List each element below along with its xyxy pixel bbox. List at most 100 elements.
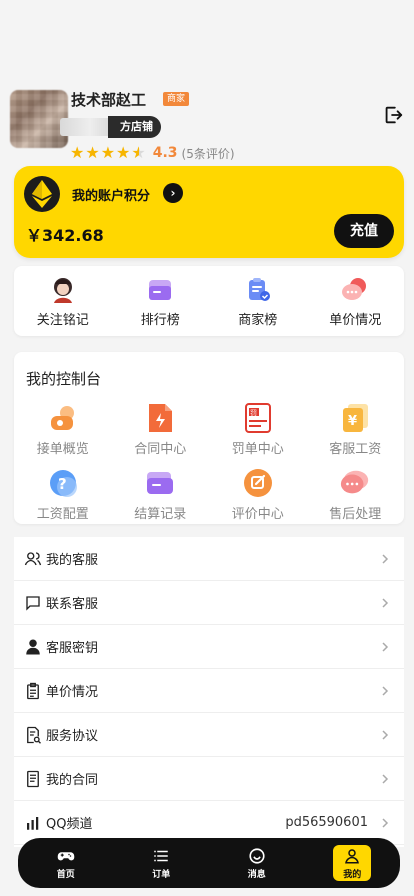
menu-service-agreement[interactable]: 服务协议: [14, 713, 404, 757]
chevron-right-icon: [382, 553, 389, 564]
menu-label: QQ频道: [46, 817, 93, 832]
tab-mine[interactable]: 我的: [305, 838, 401, 888]
tab-orders[interactable]: 订单: [114, 838, 210, 888]
quick-label: 商家榜: [238, 313, 278, 328]
document-icon: [27, 770, 39, 787]
menu-label: 服务协议: [46, 729, 99, 744]
tab-label: 消息: [247, 869, 266, 880]
logout-icon[interactable]: [382, 104, 404, 126]
points-card[interactable]: 我的账户积分 › ￥342.68 充值: [14, 166, 404, 258]
quick-links: 关注铭记 排行榜 商家榜 单价情况: [14, 266, 404, 336]
question-icon: ?: [47, 467, 79, 499]
console-salary-config[interactable]: ? 工资配置: [14, 467, 112, 522]
settlement-icon: [144, 467, 176, 499]
console-label: 客服工资: [329, 442, 382, 457]
clipboard-icon: [27, 682, 39, 699]
console-aftersale[interactable]: 售后处理: [307, 467, 405, 522]
quick-unit-price[interactable]: 单价情况: [307, 266, 405, 336]
console-contract-center[interactable]: 合同中心: [112, 402, 210, 457]
user-name: 技术部赵工: [71, 91, 147, 109]
menu-cs-key[interactable]: 客服密钥: [14, 625, 404, 669]
console-title: 我的控制台: [26, 370, 102, 388]
menu-label: 客服密钥: [46, 641, 99, 656]
quick-label: 排行榜: [140, 313, 180, 328]
review-icon: [242, 467, 274, 499]
console-label: 工资配置: [36, 507, 89, 522]
menu-list: 我的客服 联系客服 客服密钥 单价情况 服务协议 我的合同 QQ频道 pd565…: [14, 537, 404, 847]
console-label: 评价中心: [231, 507, 284, 522]
chevron-right-icon: [382, 773, 389, 784]
aftersale-icon: [339, 467, 371, 499]
tab-label: 订单: [152, 869, 171, 880]
ethereum-icon: [24, 176, 60, 212]
console-label: 罚单中心: [231, 442, 284, 457]
tab-label: 首页: [56, 869, 75, 880]
chat-bubble-icon: [339, 274, 371, 306]
rating-count[interactable]: (5条评价): [182, 145, 235, 162]
menu-my-contract[interactable]: 我的合同: [14, 757, 404, 801]
star-icon: ★: [70, 143, 85, 162]
recharge-button[interactable]: 充值: [334, 214, 394, 248]
quick-merchant-ranking[interactable]: 商家榜: [209, 266, 307, 336]
smile-icon: [249, 847, 265, 864]
qq-channel-id: pd56590601: [285, 815, 368, 830]
menu-label: 单价情况: [46, 685, 99, 700]
overview-icon: [47, 402, 79, 434]
list-icon: [154, 850, 168, 861]
menu-unit-price[interactable]: 单价情况: [14, 669, 404, 713]
console-cs-salary[interactable]: ¥ 客服工资: [307, 402, 405, 457]
half-star-icon: ★: [131, 143, 146, 162]
menu-my-cs[interactable]: 我的客服: [14, 537, 404, 581]
quick-label: 关注铭记: [36, 313, 89, 328]
users-icon: [24, 551, 42, 565]
bottom-tab-bar: 首页 订单 消息 我的: [18, 838, 400, 888]
console-review-center[interactable]: 评价中心: [209, 467, 307, 522]
tab-messages[interactable]: 消息: [209, 838, 305, 888]
console-label: 售后处理: [329, 507, 382, 522]
gamepad-icon: [57, 851, 74, 860]
chevron-right-icon: [382, 641, 389, 652]
menu-label: 我的合同: [46, 773, 99, 788]
contract-icon: [144, 402, 176, 434]
bar-chart-icon: [27, 816, 39, 830]
chevron-right-icon[interactable]: ›: [163, 183, 183, 203]
document-search-icon: [27, 726, 41, 744]
message-icon: [26, 595, 40, 611]
quick-ranking[interactable]: 排行榜: [112, 266, 210, 336]
user-icon: [345, 848, 360, 863]
console-label: 合同中心: [134, 442, 187, 457]
tab-label: 我的: [343, 869, 362, 880]
shop-pill[interactable]: 方店铺: [108, 116, 161, 138]
console-label: 结算记录: [134, 507, 187, 522]
console-penalty-center[interactable]: 罚 罚单中心: [209, 402, 307, 457]
chevron-right-icon: [382, 817, 389, 828]
menu-label: 我的客服: [46, 553, 99, 568]
tab-active-highlight: 我的: [333, 845, 372, 881]
star-icon: ★: [100, 143, 116, 162]
console-label: 接单概览: [36, 442, 89, 457]
points-title: 我的账户积分: [72, 189, 151, 204]
ranking-icon: [144, 274, 176, 306]
rating-score: 4.3: [152, 145, 178, 161]
svg-text:¥: ¥: [348, 414, 357, 429]
star-icon: ★: [116, 143, 131, 162]
chevron-right-icon: [382, 597, 389, 608]
star-icon: ★: [85, 143, 100, 162]
menu-contact-cs[interactable]: 联系客服: [14, 581, 404, 625]
quick-follow[interactable]: 关注铭记: [14, 266, 112, 336]
menu-label: 联系客服: [46, 597, 99, 612]
salary-icon: ¥: [339, 402, 371, 434]
avatar-icon: [47, 274, 79, 306]
console-panel: 我的控制台 接单概览 合同中心 罚 罚单中心 ¥ 客服工资 ? 工资配置 结算记…: [14, 352, 404, 524]
points-value: ￥342.68: [26, 226, 104, 245]
tab-home[interactable]: 首页: [18, 838, 114, 888]
quick-label: 单价情况: [329, 313, 382, 328]
console-order-overview[interactable]: 接单概览: [14, 402, 112, 457]
console-grid: 接单概览 合同中心 罚 罚单中心 ¥ 客服工资 ? 工资配置 结算记录 评价中心…: [14, 402, 404, 522]
user-icon: [26, 639, 40, 654]
penalty-icon: 罚: [242, 402, 274, 434]
profile-header: 技术部赵工 商家 方店铺 ★ ★ ★ ★ ★ 4.3 (5条评价): [0, 80, 414, 170]
console-settlement-records[interactable]: 结算记录: [112, 467, 210, 522]
chevron-right-icon: [382, 729, 389, 740]
chevron-right-icon: [382, 685, 389, 696]
